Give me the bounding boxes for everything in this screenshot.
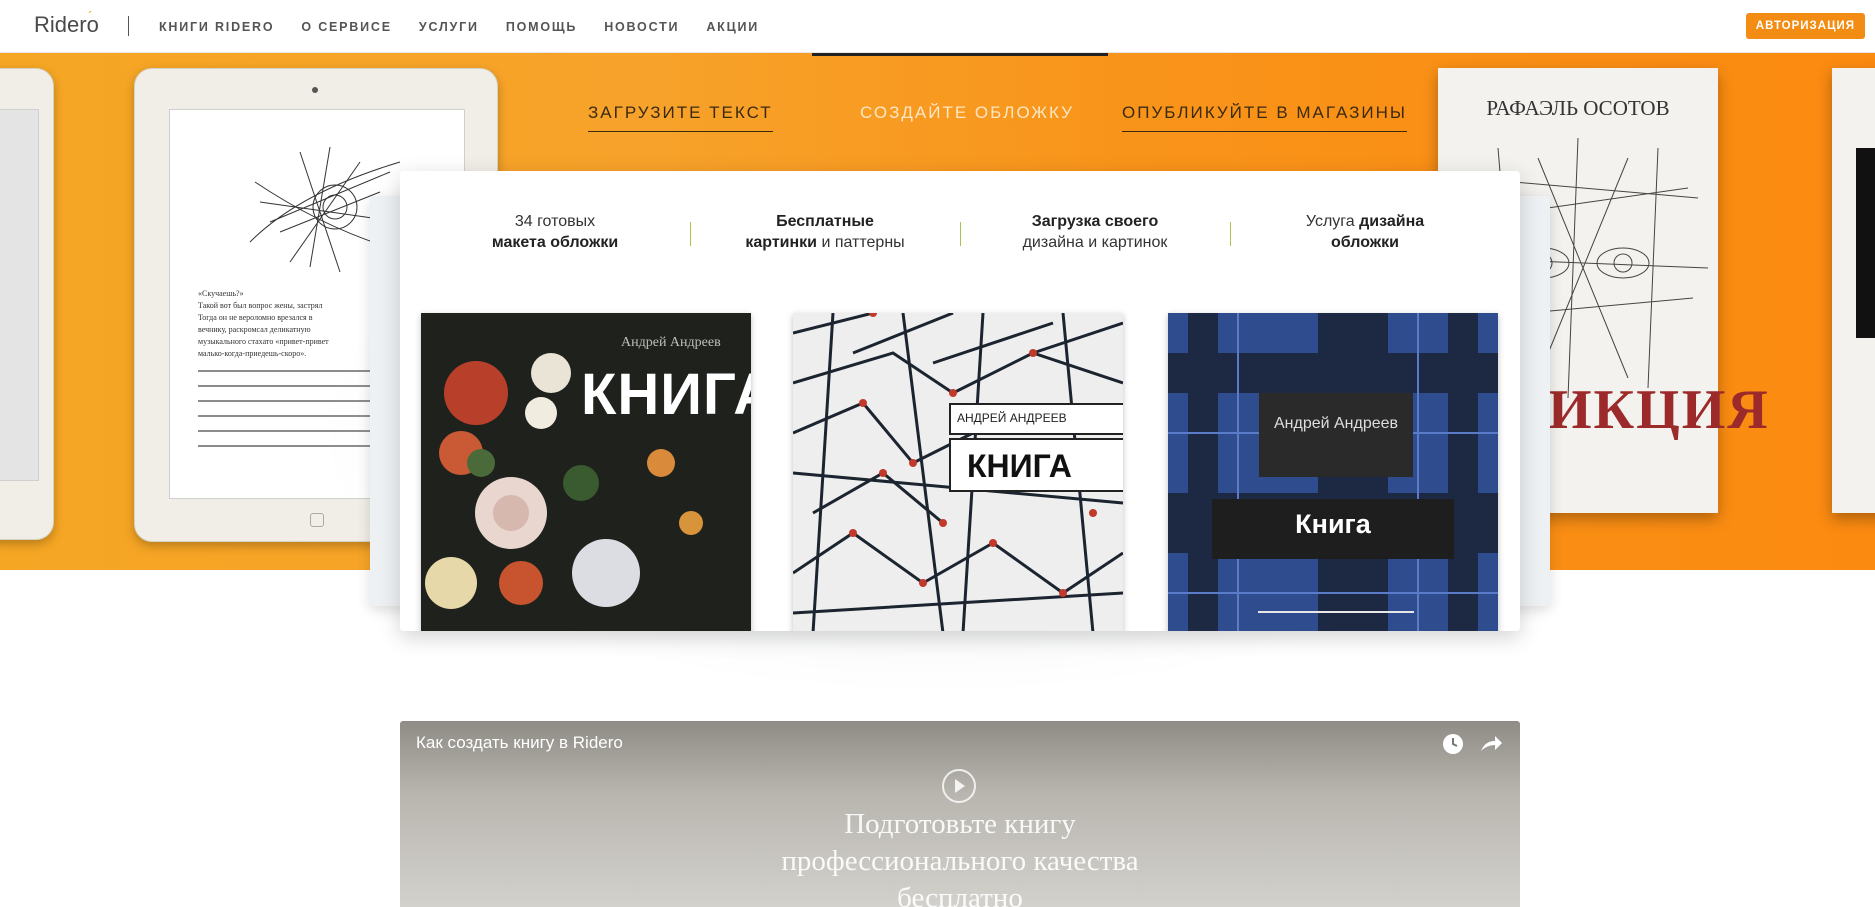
ridero-logo[interactable]: Ridero ´ <box>34 8 99 38</box>
step-upload-text[interactable]: ЗАГРУЗИТЕ ТЕКСТ <box>588 103 773 132</box>
ipad-partial <box>0 68 54 540</box>
feature-design-service: Услуга дизайна обложки <box>1305 213 1425 251</box>
features-row: 34 готовых макета обложки Бесплатные кар… <box>400 211 1520 261</box>
feature-divider <box>690 222 691 246</box>
ipad-partial-screen <box>0 109 39 481</box>
auth-button[interactable]: АВТОРИЗАЦИЯ <box>1745 13 1865 39</box>
feature-own-design: Загрузка своего дизайна и картинок <box>1022 213 1168 251</box>
cover-3-author-box: Андрей Андреев <box>1259 393 1413 477</box>
video-title[interactable]: Как создать книгу в Ridero <box>416 733 623 753</box>
cover-template-plaid[interactable]: Андрей Андреев Книга <box>1168 313 1498 631</box>
step-publish[interactable]: ОПУБЛИКУЙТЕ В МАГАЗИНЫ <box>1122 103 1407 132</box>
cover-3-author: Андрей Андреев <box>1273 415 1399 432</box>
nav-help[interactable]: ПОМОЩЬ <box>506 20 577 34</box>
feature-free-images: Бесплатные картинки и паттерны <box>745 213 905 251</box>
cover-3-title: Книга <box>1295 509 1371 539</box>
cover-3-title-box: Книга <box>1212 499 1454 559</box>
video-headline: Подготовьте книгу профессионального каче… <box>781 808 1139 907</box>
nav-promos[interactable]: АКЦИИ <box>706 20 759 34</box>
cover-3-rule <box>1258 611 1414 613</box>
cover-2-author: АНДРЕЙ АНДРЕЕВ <box>957 411 1067 425</box>
play-icon[interactable] <box>942 769 976 803</box>
cover-1-author: Андрей Андреев <box>621 335 721 350</box>
ipad-camera <box>312 87 318 93</box>
main-nav: КНИГИ RIDERO О СЕРВИСЕ УСЛУГИ ПОМОЩЬ НОВ… <box>159 20 759 34</box>
ipad-home-button <box>310 513 324 527</box>
partial-cover-letter <box>1856 148 1875 338</box>
nav-books[interactable]: КНИГИ RIDERO <box>159 20 274 34</box>
book-cover-partial <box>1832 68 1875 513</box>
feature-divider <box>960 222 961 246</box>
feature-divider <box>1230 222 1231 246</box>
cover-2-author-box: АНДРЕЙ АНДРЕЕВ <box>949 403 1123 435</box>
cover-template-geometric[interactable]: АНДРЕЙ АНДРЕЕВ КНИГА <box>793 313 1123 631</box>
cover-1-title: КНИГА <box>581 362 751 427</box>
logo-accent-mark: ´ <box>88 8 93 24</box>
clock-icon[interactable] <box>1443 734 1463 754</box>
video-player[interactable]: Как создать книгу в Ridero Подготовьте к… <box>400 721 1520 907</box>
step-create-cover[interactable]: СОЗДАЙТЕ ОБЛОЖКУ <box>860 103 1074 131</box>
book-author: РАФАЭЛЬ ОСОТОВ <box>1486 96 1670 120</box>
book-title: ИКЦИЯ <box>1548 379 1770 441</box>
cover-2-title: КНИГА <box>967 448 1072 484</box>
cover-2-title-box: КНИГА <box>949 438 1123 492</box>
top-header: Ridero ´ КНИГИ RIDERO О СЕРВИСЕ УСЛУГИ ПО… <box>0 0 1875 53</box>
cover-template-floral[interactable]: Андрей Андреев КНИГА <box>421 313 751 631</box>
nav-services[interactable]: УСЛУГИ <box>419 20 479 34</box>
nav-news[interactable]: НОВОСТИ <box>604 20 679 34</box>
nav-about[interactable]: О СЕРВИСЕ <box>301 20 391 34</box>
feature-templates: 34 готовых макета обложки <box>491 213 619 251</box>
logo-separator <box>128 16 129 36</box>
cover-builder-card: 34 готовых макета обложки Бесплатные кар… <box>400 171 1520 631</box>
share-icon[interactable] <box>1479 733 1503 755</box>
